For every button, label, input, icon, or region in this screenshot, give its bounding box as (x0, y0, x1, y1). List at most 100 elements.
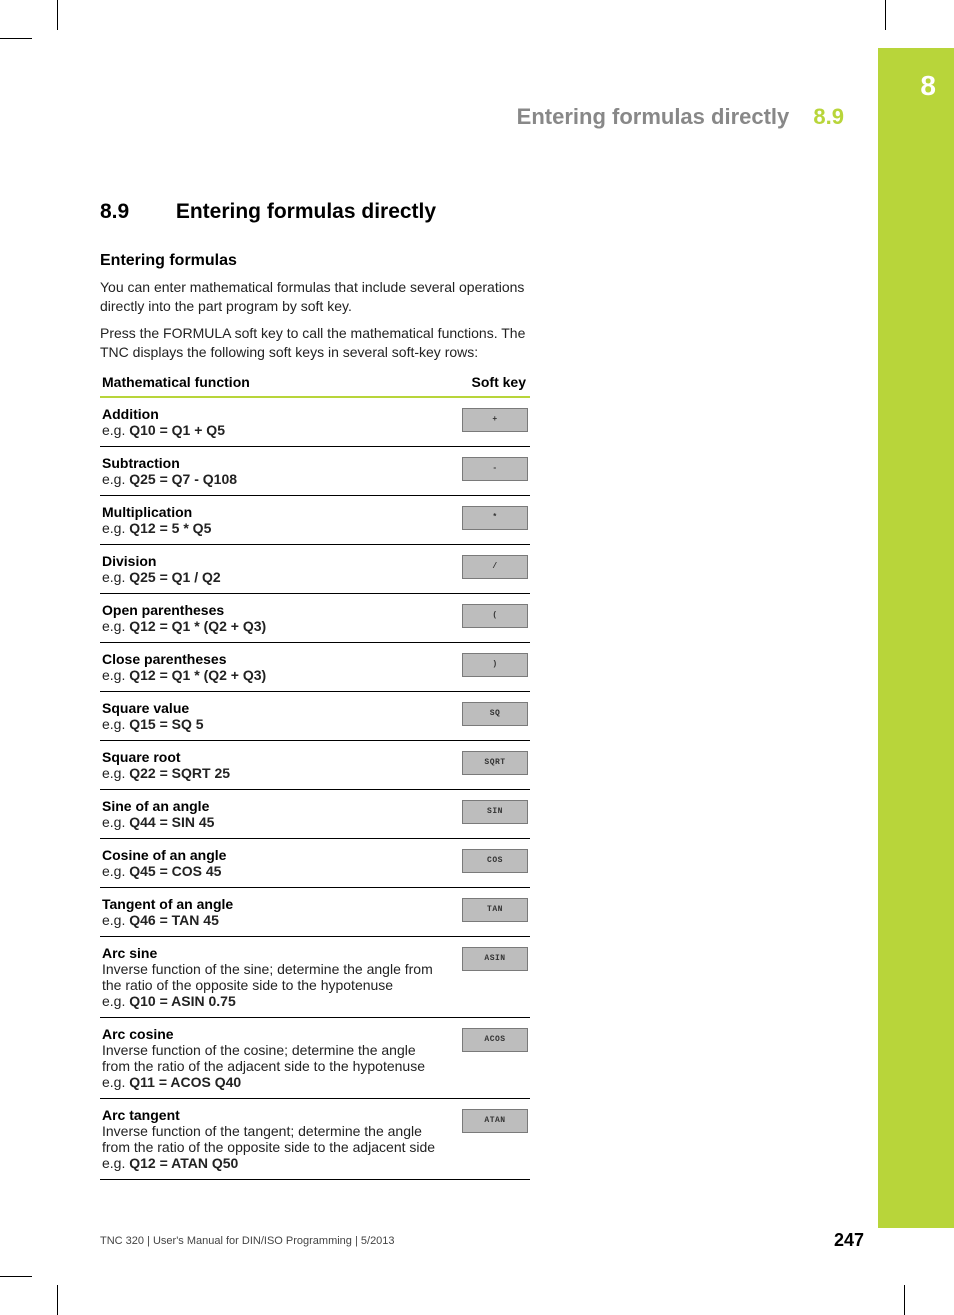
table-header-function: Mathematical function (100, 370, 452, 397)
softkey-cell: ) (452, 642, 530, 691)
function-name: Arc tangent (102, 1107, 450, 1123)
table-row: Divisione.g. Q25 = Q1 / Q2 / (100, 544, 530, 593)
function-example: e.g. Q46 = TAN 45 (102, 912, 450, 928)
softkey-button[interactable]: SQ (462, 702, 528, 726)
table-row: Cosine of an anglee.g. Q45 = COS 45 COS (100, 838, 530, 887)
function-name: Open parentheses (102, 602, 450, 618)
function-example: e.g. Q10 = Q1 + Q5 (102, 422, 450, 438)
function-example: e.g. Q25 = Q1 / Q2 (102, 569, 450, 585)
softkey-cell: TAN (452, 887, 530, 936)
softkey-button[interactable]: ( (462, 604, 528, 628)
section-number: 8.9 (100, 200, 170, 224)
function-cell: Tangent of an anglee.g. Q46 = TAN 45 (100, 887, 452, 936)
function-name: Square root (102, 749, 450, 765)
function-cell: Cosine of an anglee.g. Q45 = COS 45 (100, 838, 452, 887)
softkey-cell: / (452, 544, 530, 593)
softkey-button[interactable]: ATAN (462, 1109, 528, 1133)
section-title: Entering formulas directly (176, 200, 436, 223)
function-cell: Arc cosineInverse function of the cosine… (100, 1017, 452, 1098)
intro-paragraph-2: Press the FORMULA soft key to call the m… (100, 324, 530, 362)
function-example: e.g. Q11 = ACOS Q40 (102, 1074, 450, 1090)
function-example: e.g. Q25 = Q7 - Q108 (102, 471, 450, 487)
function-table: Mathematical function Soft key Additione… (100, 370, 530, 1180)
table-header-softkey: Soft key (452, 370, 530, 397)
function-name: Tangent of an angle (102, 896, 450, 912)
function-cell: Close parenthesese.g. Q12 = Q1 * (Q2 + Q… (100, 642, 452, 691)
table-row: Arc sineInverse function of the sine; de… (100, 936, 530, 1017)
softkey-cell: ( (452, 593, 530, 642)
function-cell: Multiplicatione.g. Q12 = 5 * Q5 (100, 495, 452, 544)
softkey-button[interactable]: SQRT (462, 751, 528, 775)
function-name: Square value (102, 700, 450, 716)
table-row: Arc tangentInverse function of the tange… (100, 1098, 530, 1179)
function-name: Sine of an angle (102, 798, 450, 814)
function-cell: Subtractione.g. Q25 = Q7 - Q108 (100, 446, 452, 495)
function-cell: Arc sineInverse function of the sine; de… (100, 936, 452, 1017)
function-cell: Additione.g. Q10 = Q1 + Q5 (100, 397, 452, 447)
chapter-number: 8 (920, 70, 936, 102)
softkey-button[interactable]: TAN (462, 898, 528, 922)
function-example: e.g. Q12 = Q1 * (Q2 + Q3) (102, 667, 450, 683)
softkey-button[interactable]: SIN (462, 800, 528, 824)
footer-text: TNC 320 | User's Manual for DIN/ISO Prog… (100, 1235, 395, 1247)
function-description: Inverse function of the cosine; determin… (102, 1042, 450, 1074)
table-row: Close parenthesese.g. Q12 = Q1 * (Q2 + Q… (100, 642, 530, 691)
softkey-cell: SQ (452, 691, 530, 740)
table-row: Multiplicatione.g. Q12 = 5 * Q5 * (100, 495, 530, 544)
running-header-title: Entering formulas directly (517, 104, 790, 129)
function-example: e.g. Q44 = SIN 45 (102, 814, 450, 830)
softkey-cell: * (452, 495, 530, 544)
softkey-button[interactable]: / (462, 555, 528, 579)
softkey-cell: ACOS (452, 1017, 530, 1098)
function-cell: Divisione.g. Q25 = Q1 / Q2 (100, 544, 452, 593)
function-name: Arc sine (102, 945, 450, 961)
function-cell: Open parenthesese.g. Q12 = Q1 * (Q2 + Q3… (100, 593, 452, 642)
softkey-button[interactable]: ASIN (462, 947, 528, 971)
softkey-button[interactable]: ACOS (462, 1028, 528, 1052)
softkey-cell: COS (452, 838, 530, 887)
running-header: Entering formulas directly 8.9 (517, 104, 844, 130)
intro-paragraph-1: You can enter mathematical formulas that… (100, 278, 530, 316)
table-row: Open parenthesese.g. Q12 = Q1 * (Q2 + Q3… (100, 593, 530, 642)
table-row: Sine of an anglee.g. Q44 = SIN 45 SIN (100, 789, 530, 838)
table-row: Tangent of an anglee.g. Q46 = TAN 45 TAN (100, 887, 530, 936)
function-cell: Sine of an anglee.g. Q44 = SIN 45 (100, 789, 452, 838)
function-example: e.g. Q10 = ASIN 0.75 (102, 993, 450, 1009)
function-description: Inverse function of the sine; determine … (102, 961, 450, 993)
softkey-button[interactable]: ) (462, 653, 528, 677)
function-name: Addition (102, 406, 450, 422)
table-row: Arc cosineInverse function of the cosine… (100, 1017, 530, 1098)
function-name: Multiplication (102, 504, 450, 520)
page-number: 247 (834, 1230, 864, 1251)
table-row: Square roote.g. Q22 = SQRT 25 SQRT (100, 740, 530, 789)
softkey-button[interactable]: + (462, 408, 528, 432)
chapter-side-tab: 8 (878, 48, 954, 1228)
page-content: 8.9 Entering formulas directly Entering … (100, 200, 530, 1180)
softkey-cell: SIN (452, 789, 530, 838)
softkey-cell: + (452, 397, 530, 447)
page-footer: TNC 320 | User's Manual for DIN/ISO Prog… (100, 1235, 894, 1247)
function-description: Inverse function of the tangent; determi… (102, 1123, 450, 1155)
function-name: Arc cosine (102, 1026, 450, 1042)
table-row: Square valuee.g. Q15 = SQ 5 SQ (100, 691, 530, 740)
function-example: e.g. Q12 = ATAN Q50 (102, 1155, 450, 1171)
softkey-cell: SQRT (452, 740, 530, 789)
softkey-button[interactable]: - (462, 457, 528, 481)
section-heading: 8.9 Entering formulas directly (100, 200, 530, 224)
function-name: Subtraction (102, 455, 450, 471)
softkey-button[interactable]: * (462, 506, 528, 530)
table-row: Subtractione.g. Q25 = Q7 - Q108- (100, 446, 530, 495)
softkey-button[interactable]: COS (462, 849, 528, 873)
softkey-cell: - (452, 446, 530, 495)
function-example: e.g. Q22 = SQRT 25 (102, 765, 450, 781)
subsection-title: Entering formulas (100, 252, 530, 270)
softkey-cell: ATAN (452, 1098, 530, 1179)
function-cell: Square valuee.g. Q15 = SQ 5 (100, 691, 452, 740)
function-example: e.g. Q15 = SQ 5 (102, 716, 450, 732)
table-row: Additione.g. Q10 = Q1 + Q5 + (100, 397, 530, 447)
function-name: Division (102, 553, 450, 569)
softkey-cell: ASIN (452, 936, 530, 1017)
function-name: Cosine of an angle (102, 847, 450, 863)
running-header-section: 8.9 (813, 104, 844, 129)
function-example: e.g. Q12 = Q1 * (Q2 + Q3) (102, 618, 450, 634)
